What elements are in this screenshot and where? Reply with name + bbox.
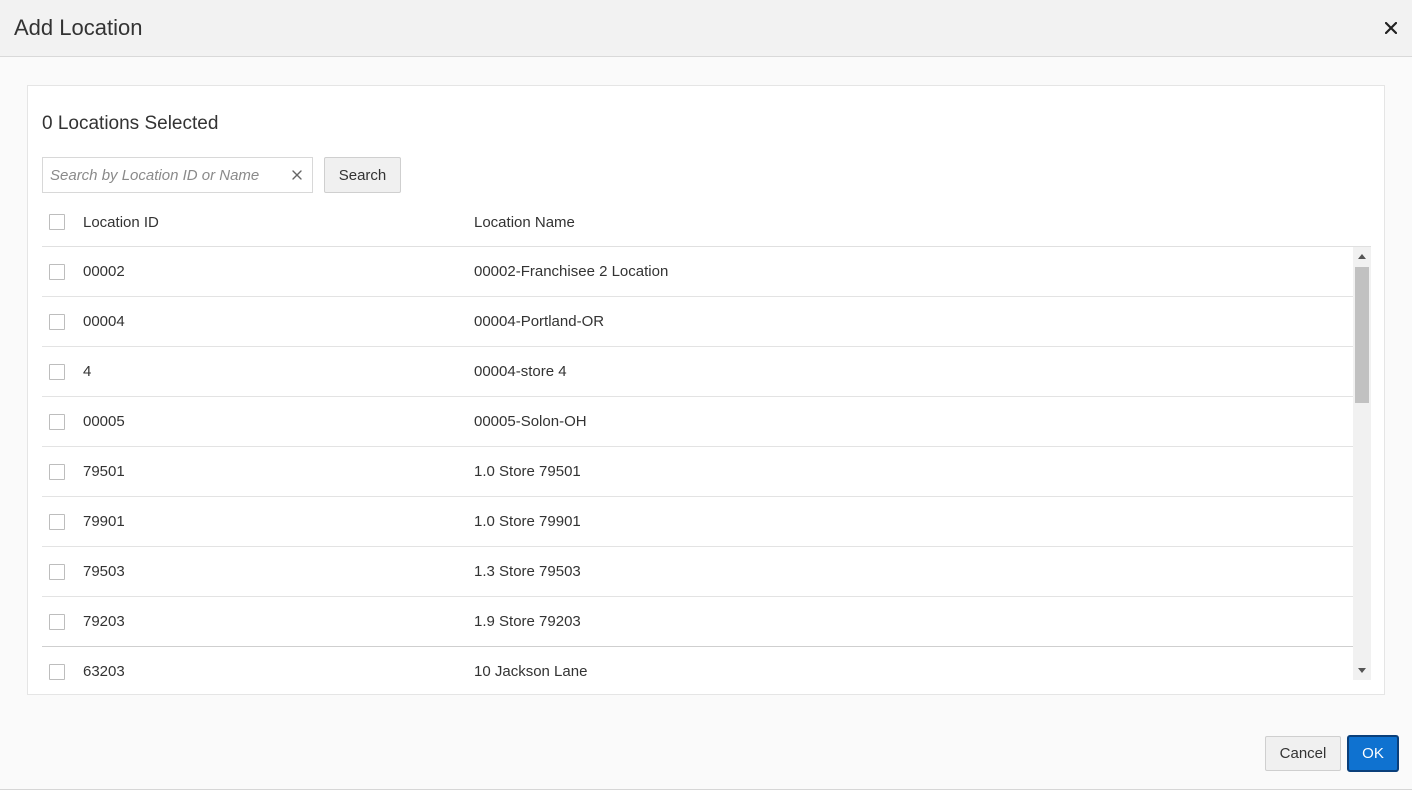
- column-header-location-id[interactable]: Location ID: [83, 214, 159, 231]
- location-id-cell: 00005: [83, 413, 125, 430]
- row-checkbox[interactable]: [49, 664, 65, 680]
- location-id-cell: 00004: [83, 313, 125, 330]
- ok-button[interactable]: OK: [1347, 735, 1399, 772]
- row-checkbox[interactable]: [49, 464, 65, 480]
- table-row[interactable]: 00005 00005-Solon-OH: [42, 397, 1353, 447]
- location-id-cell: 4: [83, 363, 92, 380]
- close-icon: [1385, 22, 1397, 34]
- row-checkbox[interactable]: [49, 614, 65, 630]
- table-row[interactable]: 00004 00004-Portland-OR: [42, 297, 1353, 347]
- table-row[interactable]: 79503 1.3 Store 79503: [42, 547, 1353, 597]
- table-header: Location ID Location Name: [42, 203, 1371, 247]
- selected-count: 0 Locations Selected: [42, 113, 219, 134]
- row-checkbox[interactable]: [49, 314, 65, 330]
- table-row[interactable]: 00002 00002-Franchisee 2 Location: [42, 247, 1353, 297]
- row-checkbox[interactable]: [49, 514, 65, 530]
- location-id-cell: 79501: [83, 463, 125, 480]
- table-body: 00002 00002-Franchisee 2 Location 00004 …: [42, 247, 1371, 680]
- location-name-cell: 00005-Solon-OH: [474, 413, 587, 430]
- row-checkbox[interactable]: [49, 564, 65, 580]
- location-name-cell: 00004-Portland-OR: [474, 313, 605, 330]
- clear-search-icon[interactable]: [290, 168, 304, 182]
- table-row[interactable]: 79501 1.0 Store 79501: [42, 447, 1353, 497]
- search-box: [42, 157, 313, 193]
- location-name-cell: 1.9 Store 79203: [474, 613, 581, 630]
- location-panel: 0 Locations Selected Search Location ID …: [27, 85, 1385, 695]
- close-button[interactable]: [1380, 17, 1402, 39]
- location-name-cell: 1.3 Store 79503: [474, 563, 581, 580]
- location-id-cell: 00002: [83, 263, 125, 280]
- table-row[interactable]: 79901 1.0 Store 79901: [42, 497, 1353, 547]
- dialog-header: Add Location: [0, 0, 1412, 57]
- table-row[interactable]: 4 00004-store 4: [42, 347, 1353, 397]
- location-name-cell: 00002-Franchisee 2 Location: [474, 263, 669, 280]
- scroll-down-arrow-icon[interactable]: [1353, 662, 1371, 680]
- location-id-cell: 79901: [83, 513, 125, 530]
- dialog-title: Add Location: [14, 15, 143, 40]
- location-id-cell: 63203: [83, 663, 125, 680]
- table-row[interactable]: 63203 10 Jackson Lane: [42, 647, 1353, 680]
- search-button[interactable]: Search: [324, 157, 401, 193]
- location-name-cell: 1.0 Store 79901: [474, 513, 581, 530]
- column-header-location-name[interactable]: Location Name: [474, 214, 575, 231]
- scrollbar-thumb[interactable]: [1355, 267, 1369, 403]
- select-all-checkbox[interactable]: [49, 214, 65, 230]
- vertical-scrollbar[interactable]: [1353, 247, 1371, 680]
- row-checkbox[interactable]: [49, 264, 65, 280]
- table-row[interactable]: 79203 1.9 Store 79203: [42, 597, 1353, 647]
- location-name-cell: 1.0 Store 79501: [474, 463, 581, 480]
- cancel-button[interactable]: Cancel: [1265, 736, 1341, 771]
- location-name-cell: 10 Jackson Lane: [474, 663, 588, 680]
- location-name-cell: 00004-store 4: [474, 363, 567, 380]
- row-checkbox[interactable]: [49, 364, 65, 380]
- location-id-cell: 79203: [83, 613, 125, 630]
- scroll-up-arrow-icon[interactable]: [1353, 247, 1371, 265]
- location-id-cell: 79503: [83, 563, 125, 580]
- add-location-dialog: Add Location 0 Locations Selected Search…: [0, 0, 1412, 790]
- search-input[interactable]: [43, 158, 283, 192]
- row-checkbox[interactable]: [49, 414, 65, 430]
